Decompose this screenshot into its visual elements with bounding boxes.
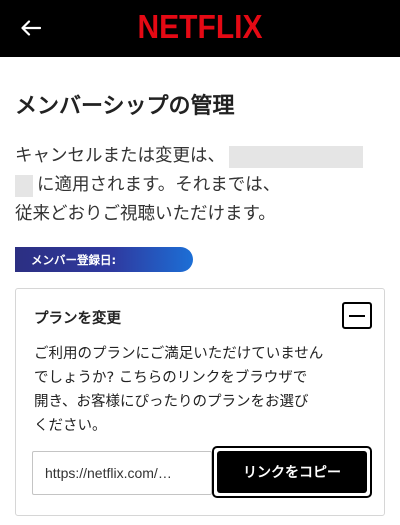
- top-bar: NETFLIX: [0, 0, 400, 57]
- plan-link-field[interactable]: https://netflix.com/…: [32, 451, 212, 495]
- cancellation-notice: キャンセルまたは変更は、 に適用されます。それまでは、 従来どおりご視聴いただけ…: [15, 142, 387, 229]
- netflix-logo: NETFLIX: [137, 8, 263, 46]
- copy-link-label: リンクをコピー: [217, 451, 367, 493]
- plan-description: ご利用のプランにご満足いただけていません でしょうか? こちらのリンクをブラウザ…: [34, 342, 364, 438]
- minus-icon: [349, 314, 365, 317]
- description-line: 開き、お客様にぴったりのプランをお選び: [34, 394, 309, 410]
- collapse-button[interactable]: [342, 302, 372, 329]
- member-since-label: メンバー登録日:: [31, 252, 117, 267]
- notice-line-1: キャンセルまたは変更は、: [15, 146, 225, 166]
- notice-line-3: 従来どおりご視聴いただけます。: [15, 204, 276, 224]
- redacted-date-block: [229, 145, 363, 168]
- change-plan-card: プランを変更 ご利用のプランにご満足いただけていません でしょうか? こちらのリ…: [15, 288, 385, 516]
- description-line: でしょうか? こちらのリンクをブラウザで: [34, 370, 308, 386]
- description-line: ください。: [34, 418, 107, 434]
- page-title: メンバーシップの管理: [15, 94, 235, 119]
- redacted-date-block: [15, 174, 33, 197]
- copy-link-button[interactable]: リンクをコピー: [212, 446, 372, 498]
- member-since-badge: メンバー登録日:: [15, 247, 193, 272]
- plan-card-title: プランを変更: [34, 311, 121, 327]
- notice-line-2: に適用されます。それまでは、: [37, 175, 281, 195]
- description-line: ご利用のプランにご満足いただけていません: [34, 346, 324, 362]
